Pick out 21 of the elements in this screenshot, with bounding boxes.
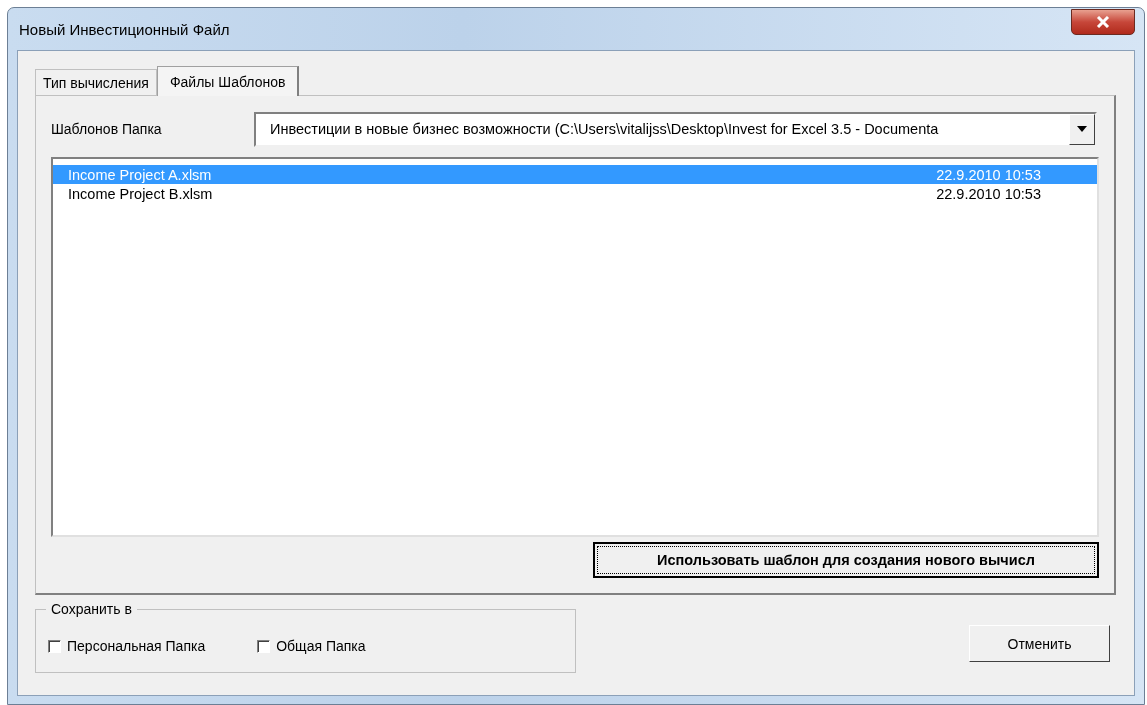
checkbox-label: Персональная Папка (67, 638, 206, 654)
file-name: Income Project A.xlsm (68, 166, 212, 183)
tab[interactable]: Тип вычисления (35, 69, 157, 95)
file-name: Income Project B.xlsm (68, 185, 213, 202)
cancel-button[interactable]: Отменить (969, 625, 1110, 662)
close-icon (1096, 16, 1110, 28)
use-template-button[interactable]: Использовать шаблон для создания нового вычисл (593, 542, 1099, 578)
file-date: 22.9.2010 10:53 (936, 185, 1041, 202)
checkbox-label: Общая Папка (276, 638, 366, 654)
close-button[interactable] (1071, 9, 1135, 35)
window-title: Новый Инвестиционный Файл (18, 20, 230, 38)
dropdown-button[interactable] (1069, 113, 1095, 145)
group-title: Сохранить в (46, 601, 137, 617)
folder-label: Шаблонов Папка (51, 121, 163, 137)
checkbox[interactable] (48, 639, 61, 653)
tab[interactable]: Файлы Шаблонов (156, 66, 300, 96)
folder-dropdown[interactable]: Инвестиции в новые бизнес возможности (C:\Users\vitalijss\Desktop\Invest for Excel 3.5 - Documenta (254, 111, 1097, 147)
file-row[interactable]: Income Project B.xlsm 22.9.2010 10:53 (53, 184, 1097, 203)
file-date: 22.9.2010 10:53 (936, 166, 1041, 183)
caret-icon (1077, 126, 1087, 132)
checkbox[interactable] (257, 639, 271, 653)
